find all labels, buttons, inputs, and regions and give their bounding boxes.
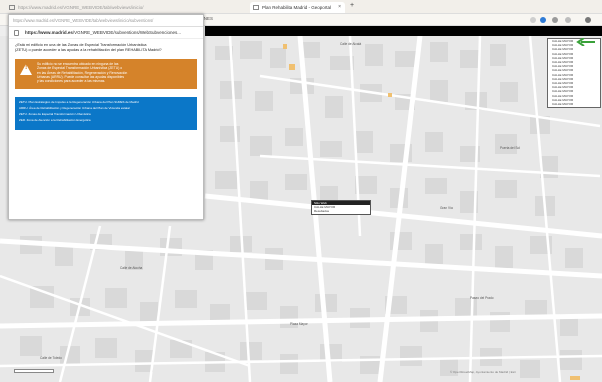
map-info-box[interactable]: Sitio Web CALLE MAYOR Resultados <box>311 200 371 215</box>
profile-icon[interactable] <box>540 17 546 23</box>
lock-icon <box>14 30 19 36</box>
street-label: Calle de Toledo <box>40 356 62 360</box>
info-link[interactable]: ZER. Zona de Atención a la Rehabilitació… <box>19 117 193 123</box>
url-path: /VGNRE_WEBVIDE/subventions/WebSubvencion… <box>72 30 182 35</box>
tab-background[interactable]: https://www.madrid.es/VGNRE_WEBVIDE/tab/… <box>6 2 236 13</box>
browser-tab-bar: https://www.madrid.es/VGNRE_WEBVIDE/tab/… <box>0 0 602 14</box>
street-label: Puerta del Sol <box>500 146 521 150</box>
new-tab-button[interactable]: + <box>350 2 354 9</box>
street-label: Calle de Alcalá <box>340 42 362 46</box>
popup-titlebar: https://www.madrid.es/VGNRE_WEBVIDE/tab/… <box>9 15 203 27</box>
url-host: https://www.madrid.es <box>25 30 73 35</box>
tab-title: https://www.madrid.es/VGNRE_WEBVIDE/tab/… <box>18 5 144 10</box>
map-attribution: © OpenStreetMap, Ayuntamiento de Madrid … <box>450 370 516 374</box>
arrow-left-icon <box>576 38 595 46</box>
address-results-dropdown: CALLE MAYOR CALLE MAYOR CALLE MAYOR CALL… <box>547 38 601 108</box>
intro-line: (ZETU) o puede acceder a las ayudas a la… <box>15 48 162 52</box>
map-info-line: Resultados <box>314 209 330 213</box>
page-icon <box>9 5 15 10</box>
warning-line: y las condiciones para acceder a las mis… <box>37 79 106 84</box>
links-box: ZETU. Plan Estratégico de Impulso a la R… <box>15 97 197 130</box>
popup-window: https://www.madrid.es/VGNRE_WEBVIDE/tab/… <box>8 14 204 220</box>
warning-icon <box>20 64 32 75</box>
close-icon[interactable]: × <box>338 2 341 13</box>
avatar[interactable] <box>585 17 591 23</box>
popup-url-bar[interactable]: https://www.madrid.es/VGNRE_WEBVIDE/subv… <box>9 27 203 39</box>
intro-text: ¿Está mi edificio en una de las Zonas de… <box>9 39 203 57</box>
popup-title: https://www.madrid.es/VGNRE_WEBVIDE/tab/… <box>13 18 154 23</box>
downloads-icon[interactable] <box>565 17 571 23</box>
street-label: Calle de Atocha <box>120 266 143 270</box>
map-header-bar <box>205 26 602 36</box>
tab-title: Plan Rehabilita Madrid - Geoportal <box>262 5 332 10</box>
street-label: Plaza Mayor <box>290 322 308 326</box>
street-label: Paseo del Prado <box>470 296 494 300</box>
dropdown-option[interactable]: CALLE MAYOR <box>548 102 600 106</box>
page-icon <box>253 5 259 10</box>
warning-box: Su edificio no se encuentra ubicado en n… <box>15 59 197 89</box>
street-label: Gran Vía <box>440 206 453 210</box>
extension-icon[interactable] <box>530 17 536 23</box>
map-scale-bar <box>14 369 54 373</box>
settings-icon[interactable] <box>552 17 558 23</box>
tab-active[interactable]: Plan Rehabilita Madrid - Geoportal × <box>250 2 345 13</box>
